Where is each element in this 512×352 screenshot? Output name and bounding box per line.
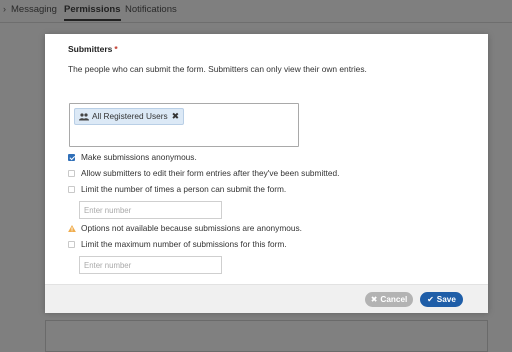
submitters-modal: Submitters * The people who can submit th…: [45, 34, 488, 313]
title-text: Submitters: [68, 44, 113, 54]
save-button[interactable]: ✔ Save: [420, 292, 463, 307]
background-tab-bar: › Messaging Permissions Notifications: [0, 0, 512, 23]
warning-text: Options not available because submission…: [81, 223, 302, 233]
option-label: Limit the maximum number of submissions …: [81, 239, 287, 249]
save-label: Save: [436, 295, 456, 304]
allow-edit-checkbox[interactable]: [68, 169, 75, 177]
tab-overflow-indicator: ›: [3, 4, 6, 14]
max-submissions-input[interactable]: [79, 256, 222, 274]
remove-chip-icon[interactable]: ✖: [172, 109, 180, 124]
anonymous-warning: Options not available because submission…: [68, 223, 302, 233]
anonymous-checkbox[interactable]: [68, 153, 75, 161]
option-allow-edit[interactable]: Allow submitters to edit their form entr…: [68, 168, 339, 178]
check-icon: ✔: [427, 295, 434, 304]
option-max-submissions[interactable]: Limit the maximum number of submissions …: [68, 239, 287, 249]
modal-description: The people who can submit the form. Subm…: [68, 64, 367, 74]
warning-icon: [68, 224, 76, 232]
submitters-picker[interactable]: All Registered Users ✖: [69, 103, 299, 147]
cancel-label: Cancel: [380, 295, 408, 304]
chip-label: All Registered Users: [92, 111, 168, 121]
option-label: Allow submitters to edit their form entr…: [81, 168, 340, 178]
modal-body: Submitters * The people who can submit th…: [45, 34, 488, 284]
cancel-icon: ✖: [370, 295, 378, 304]
limit-times-checkbox[interactable]: [68, 185, 75, 193]
cancel-button[interactable]: ✖ Cancel: [365, 292, 413, 307]
option-label: Make submissions anonymous.: [81, 152, 197, 162]
tab-messaging[interactable]: Messaging: [11, 4, 57, 15]
max-submissions-checkbox[interactable]: [68, 240, 75, 248]
background-panel: [45, 320, 488, 352]
required-marker: *: [114, 44, 118, 54]
users-icon: [79, 112, 89, 120]
option-limit-times[interactable]: Limit the number of times a person can s…: [68, 184, 286, 194]
option-label: Limit the number of times a person can s…: [81, 184, 287, 194]
modal-title: Submitters *: [68, 44, 118, 54]
modal-footer: ✖ Cancel ✔ Save: [45, 284, 488, 313]
option-anonymous[interactable]: Make submissions anonymous.: [68, 152, 197, 162]
submitter-chip: All Registered Users ✖: [74, 108, 185, 125]
tab-permissions[interactable]: Permissions: [64, 4, 121, 21]
tab-notifications[interactable]: Notifications: [125, 4, 177, 15]
limit-times-input[interactable]: [79, 201, 222, 219]
